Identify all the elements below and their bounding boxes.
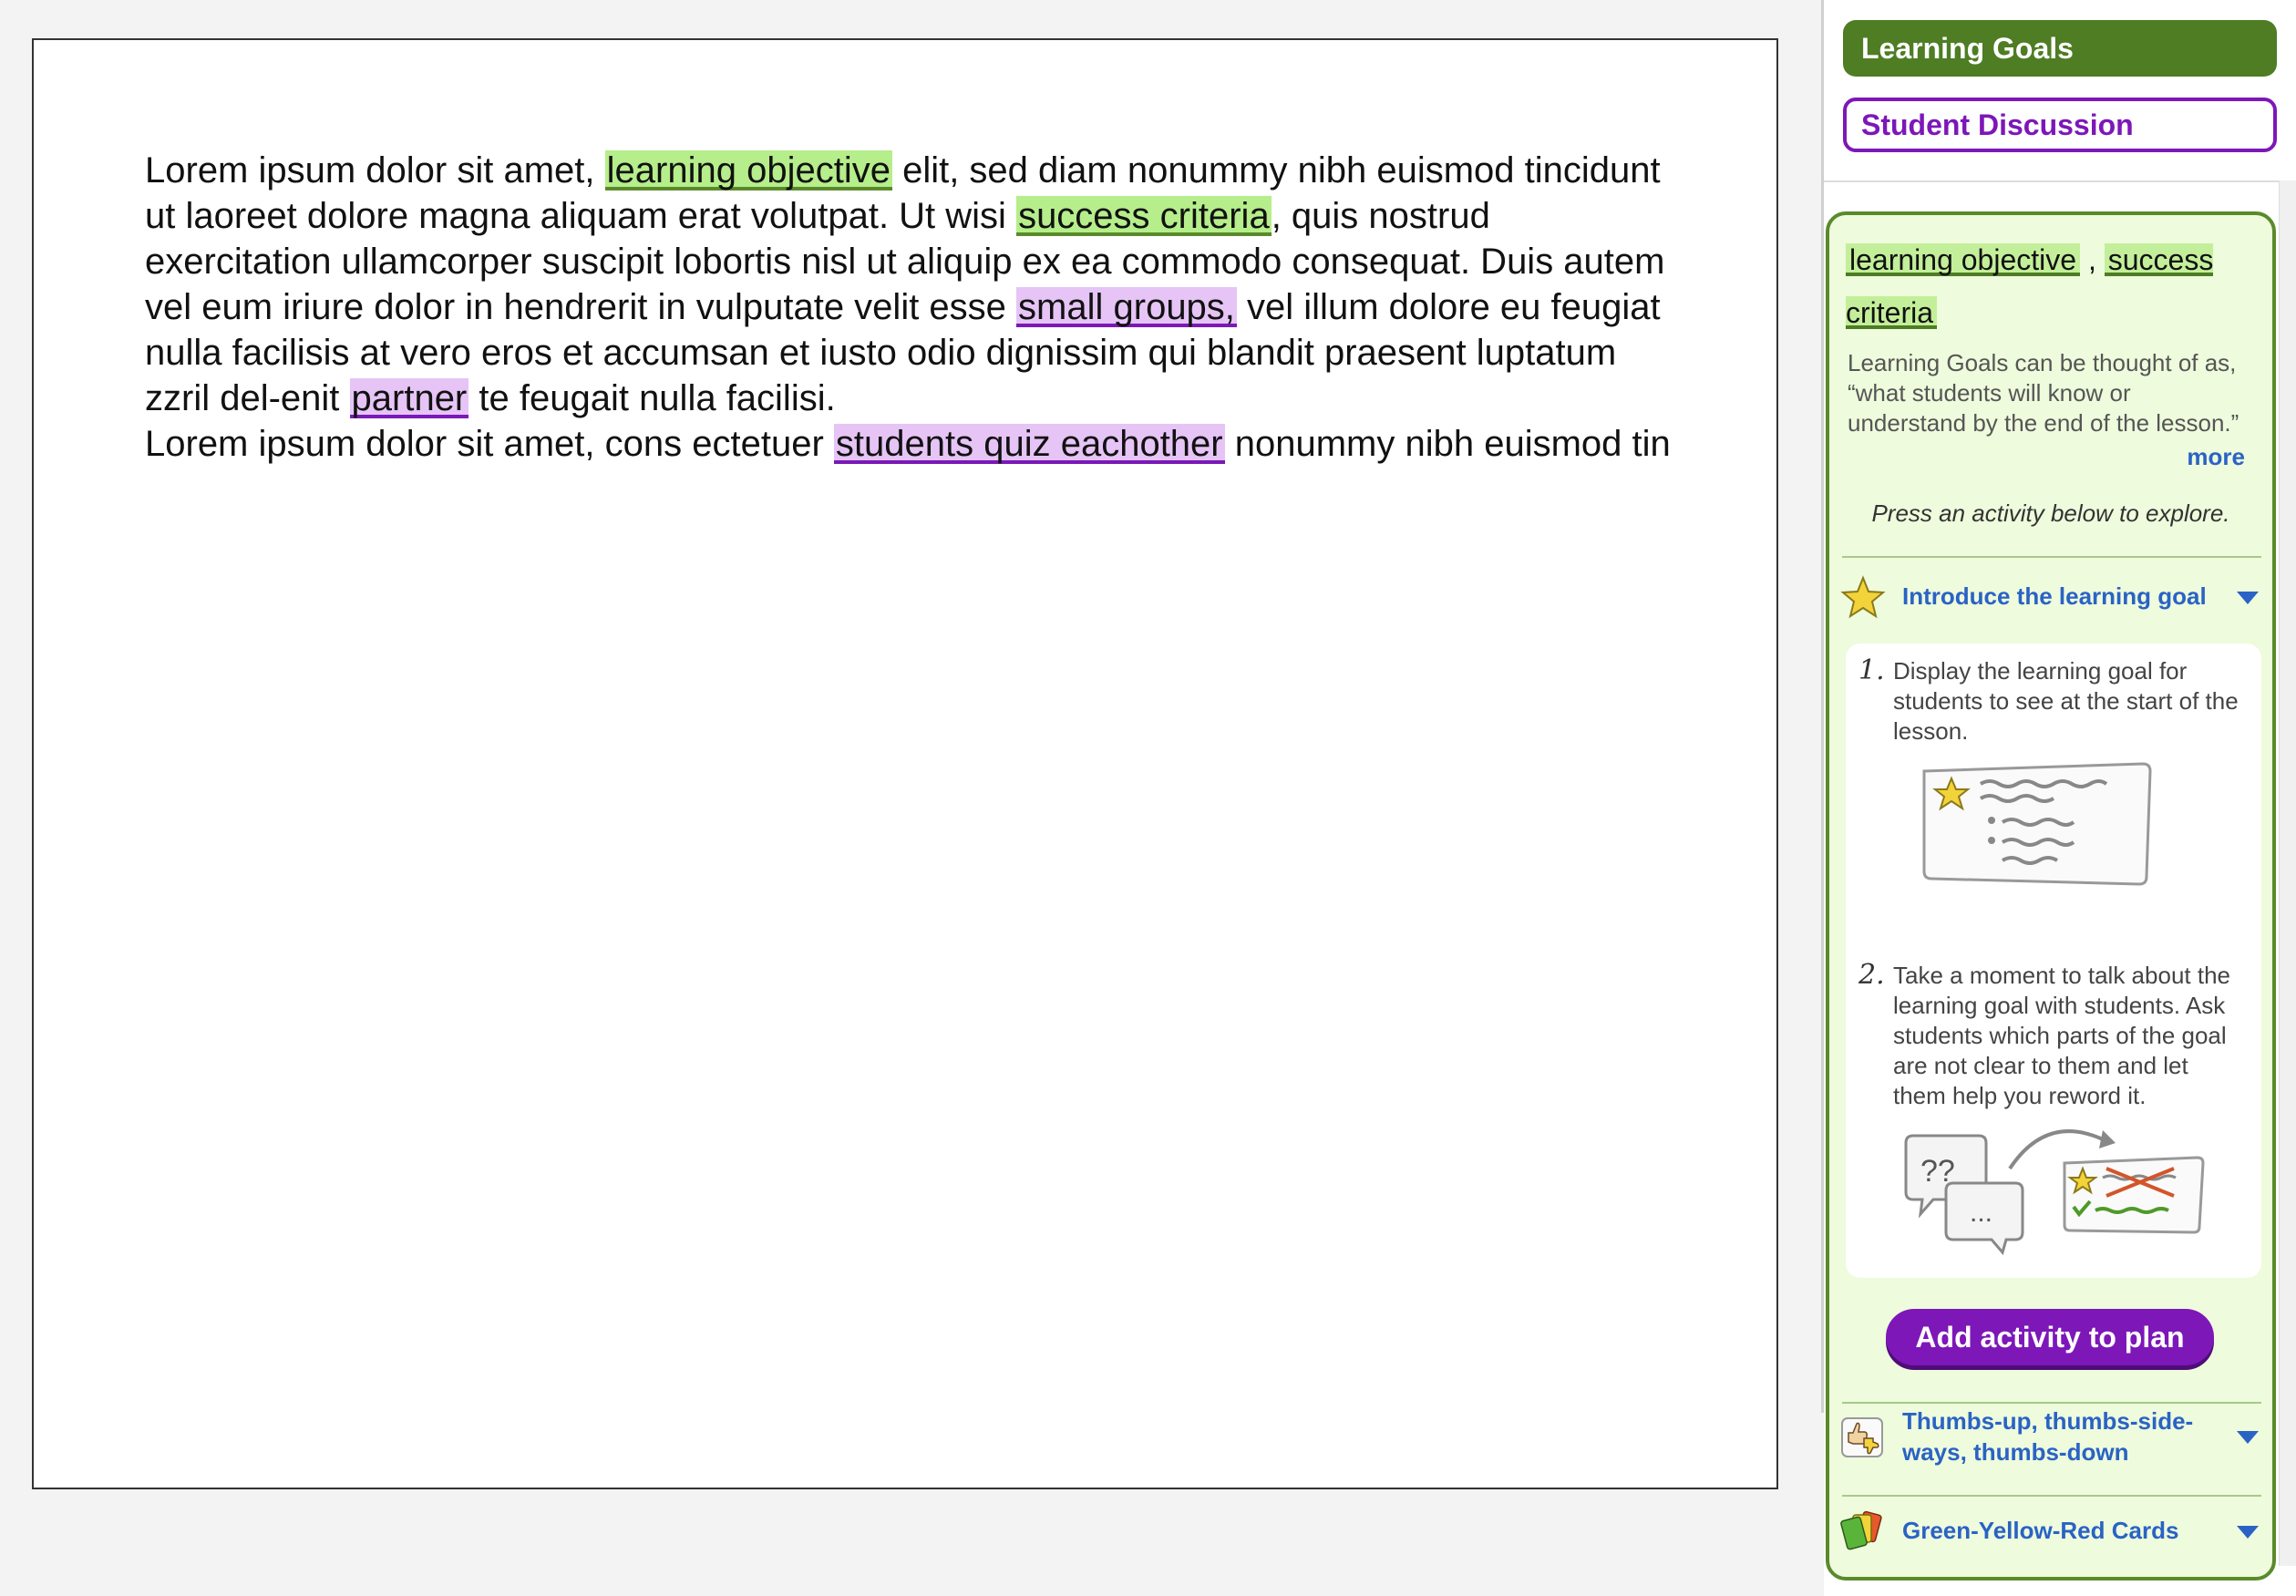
- step-number: 2.: [1858, 959, 1885, 991]
- tab-learning-goals[interactable]: Learning Goals: [1843, 20, 2277, 77]
- highlight-student-discussion-keyword[interactable]: partner: [349, 378, 469, 418]
- step-number: 1.: [1858, 654, 1885, 686]
- learning-goals-card: learning objective , success criteria Le…: [1826, 211, 2276, 1581]
- add-activity-button[interactable]: Add activity to plan: [1886, 1309, 2214, 1365]
- document-text-run: Lorem ipsum dolor sit amet, cons ectetue…: [145, 424, 834, 464]
- activity-title: Green-Yellow-Red Cards: [1902, 1517, 2179, 1544]
- chevron-down-icon[interactable]: [2236, 1524, 2260, 1540]
- document-text: Lorem ipsum dolor sit amet, learning obj…: [145, 148, 1676, 467]
- learning-goal-card-illustration: [1922, 762, 2152, 886]
- step-text: Display the learning goal for students t…: [1893, 657, 2239, 745]
- activity-introduce-learning-goal[interactable]: Introduce the learning goal: [1840, 566, 2269, 630]
- cards-icon: [1840, 1510, 1882, 1550]
- highlight-student-discussion-keyword[interactable]: small groups,: [1016, 287, 1237, 327]
- keyword-separator: ,: [2087, 243, 2096, 276]
- star-icon: [1840, 575, 1886, 619]
- chevron-down-icon[interactable]: [2236, 1429, 2260, 1446]
- svg-text:...: ...: [1970, 1198, 1992, 1228]
- highlight-student-discussion-keyword[interactable]: students quiz eachother: [833, 424, 1225, 464]
- discussion-illustration: ?? ...: [1904, 1129, 2205, 1256]
- thumbs-icon: [1841, 1417, 1883, 1457]
- keyword-tag-learning-objective[interactable]: learning objective: [1846, 243, 2081, 276]
- divider: [1842, 1402, 2261, 1404]
- keyword-tags: learning objective , success criteria: [1846, 233, 2238, 339]
- activity-steps: 1. Display the learning goal for student…: [1846, 644, 2261, 1278]
- goal-description: Learning Goals can be thought of as, “wh…: [1848, 349, 2239, 437]
- highlight-learning-goal-keyword[interactable]: learning objective: [604, 150, 892, 190]
- divider: [1842, 1495, 2261, 1497]
- panel-separator: [1824, 180, 2296, 182]
- document-text-run: nonummy nibh euismod tin: [1224, 424, 1671, 464]
- panel-scrollbar[interactable]: [2279, 180, 2296, 1566]
- activity-title: Thumbs-up, thumbs-side-ways, thumbs-down: [1902, 1407, 2194, 1466]
- instruction-text: Press an activity below to explore.: [1871, 499, 2230, 527]
- document-text-run: te feugait nulla facilisi.: [468, 378, 836, 418]
- chevron-down-icon[interactable]: [2236, 590, 2260, 606]
- document-text-run: Lorem ipsum dolor sit amet,: [145, 150, 605, 190]
- tab-student-discussion[interactable]: Student Discussion: [1843, 98, 2277, 152]
- divider: [1842, 556, 2261, 558]
- activity-green-yellow-red-cards[interactable]: Green-Yellow-Red Cards: [1840, 1498, 2269, 1562]
- more-link[interactable]: more: [2187, 443, 2245, 471]
- step-text: Take a moment to talk about the learning…: [1893, 962, 2230, 1109]
- activity-title: Introduce the learning goal: [1902, 582, 2207, 610]
- activity-thumbs[interactable]: Thumbs-up, thumbs-side-ways, thumbs-down: [1840, 1406, 2269, 1469]
- document-page: Lorem ipsum dolor sit amet, learning obj…: [32, 38, 1778, 1489]
- highlight-learning-goal-keyword[interactable]: success criteria: [1016, 196, 1272, 236]
